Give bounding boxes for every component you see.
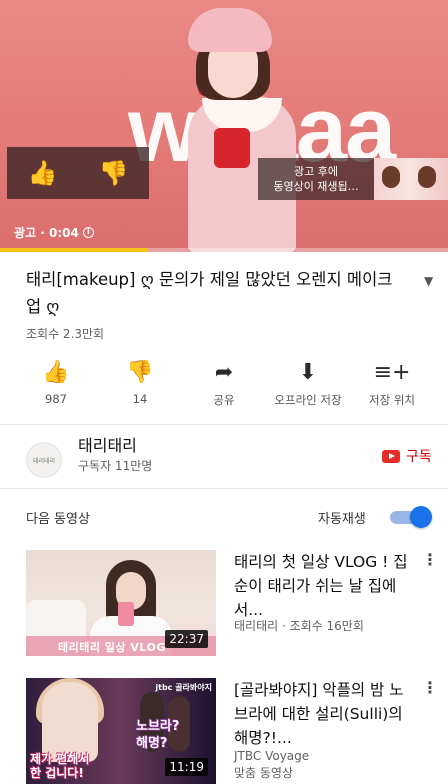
more-options-icon[interactable]: ⋮ [422, 678, 438, 697]
subscribe-button[interactable]: 구독 [382, 446, 432, 466]
channel-avatar[interactable]: 태리태리 [26, 442, 62, 478]
video-thumbnail[interactable]: jtbc 골라봐야지 노브라? 해명? 제가 편해서 한 겁니다! 11:19 [26, 678, 216, 784]
ad-progress-bar [0, 248, 448, 252]
video-title[interactable]: 태리의 첫 일상 VLOG ! 집순이 태리가 쉬는 날 집에서... [234, 550, 410, 622]
autoplay-toggle-knob [410, 506, 432, 528]
save-to-playlist-button[interactable]: ≡+ 저장 위치 [350, 360, 434, 408]
ad-feedback-panel: 👍 👎 [7, 147, 149, 199]
divider [0, 488, 448, 489]
youtube-logo-icon [382, 449, 400, 463]
subscribe-label: 구독 [406, 449, 432, 465]
channel-row[interactable]: 태리태리 태리태리 구독자 11만명 구독 [0, 424, 448, 488]
video-channel: JTBC Voyage [234, 749, 310, 763]
ad-model-illustration [188, 0, 298, 252]
subscriber-count: 구독자 11만명 [78, 459, 153, 473]
share-button[interactable]: ➦ 공유 [182, 360, 266, 408]
expand-description-icon[interactable]: ▼ [424, 274, 433, 288]
video-duration: 11:19 [165, 758, 208, 776]
next-video-notice: 광고 후에 동영상이 재생됩… [273, 165, 359, 193]
share-icon: ➦ [214, 360, 234, 385]
thumbs-up-icon[interactable]: 👍 [28, 161, 58, 185]
ad-progress-fill [0, 248, 148, 252]
list-item[interactable]: jtbc 골라봐야지 노브라? 해명? 제가 편해서 한 겁니다! 11:19 [골… [0, 678, 448, 784]
video-title[interactable]: [골라봐야지] 악플의 밤 노브라에 대한 설리(Sulli)의 해명?!... [234, 678, 410, 750]
video-player[interactable]: waaaa 👍 👎 광고 후에 동영상이 재생됩… 광고 · 0:04 i [0, 0, 448, 252]
next-video-thumbnail [374, 158, 448, 200]
more-options-icon[interactable]: ⋮ [422, 550, 438, 569]
dislike-button[interactable]: 👎 14 [98, 360, 182, 408]
thumbnail-bubble-text: 노브라? 해명? [136, 719, 180, 751]
thumbs-up-icon: 👍 [42, 360, 70, 385]
video-meta: 태리태리 · 조회수 16만회 [234, 619, 364, 633]
up-next-heading: 다음 동영상 [26, 512, 90, 527]
download-button[interactable]: ⬇ 오프라인 저장 [266, 360, 350, 408]
download-label: 오프라인 저장 [274, 393, 342, 407]
thumbs-down-icon: 👎 [126, 360, 154, 385]
like-count: 987 [45, 392, 67, 406]
thumbs-down-icon[interactable]: 👎 [99, 161, 129, 185]
like-button[interactable]: 👍 987 [14, 360, 98, 408]
autoplay-toggle[interactable] [390, 506, 432, 528]
telephone-illustration [214, 128, 250, 168]
view-count: 조회수 2.3만회 [26, 327, 105, 341]
add-to-playlist-icon: ≡+ [373, 360, 411, 385]
download-icon: ⬇ [298, 360, 318, 385]
action-bar: 👍 987 👎 14 ➦ 공유 ⬇ 오프라인 저장 ≡+ 저장 위치 [14, 360, 434, 408]
share-label: 공유 [213, 393, 235, 407]
video-duration: 22:37 [165, 630, 208, 648]
info-icon[interactable]: i [82, 227, 94, 238]
autoplay-label: 자동재생 [318, 512, 366, 527]
ad-timer: 광고 · 0:04 i [14, 224, 94, 241]
skip-ad-preview[interactable]: 광고 후에 동영상이 재생됩… [258, 158, 448, 200]
video-title[interactable]: 태리[makeup] ღ 문의가 제일 많았던 오렌지 메이크업 ღ [26, 266, 406, 320]
channel-badge: jtbc 골라봐야지 [155, 683, 212, 692]
thumbnail-caption: 제가 편해서 한 겁니다! [30, 752, 90, 780]
list-item[interactable]: 태리태리 일상 VLOG 22:37 태리의 첫 일상 VLOG ! 집순이 태… [0, 550, 448, 664]
save-to-playlist-label: 저장 위치 [369, 393, 415, 407]
video-meta: 맞춤 동영상 [234, 766, 294, 780]
video-thumbnail[interactable]: 태리태리 일상 VLOG 22:37 [26, 550, 216, 656]
channel-name[interactable]: 태리태리 [78, 432, 137, 456]
ad-timer-label: 광고 · 0:04 [14, 226, 79, 240]
dislike-count: 14 [132, 392, 148, 406]
